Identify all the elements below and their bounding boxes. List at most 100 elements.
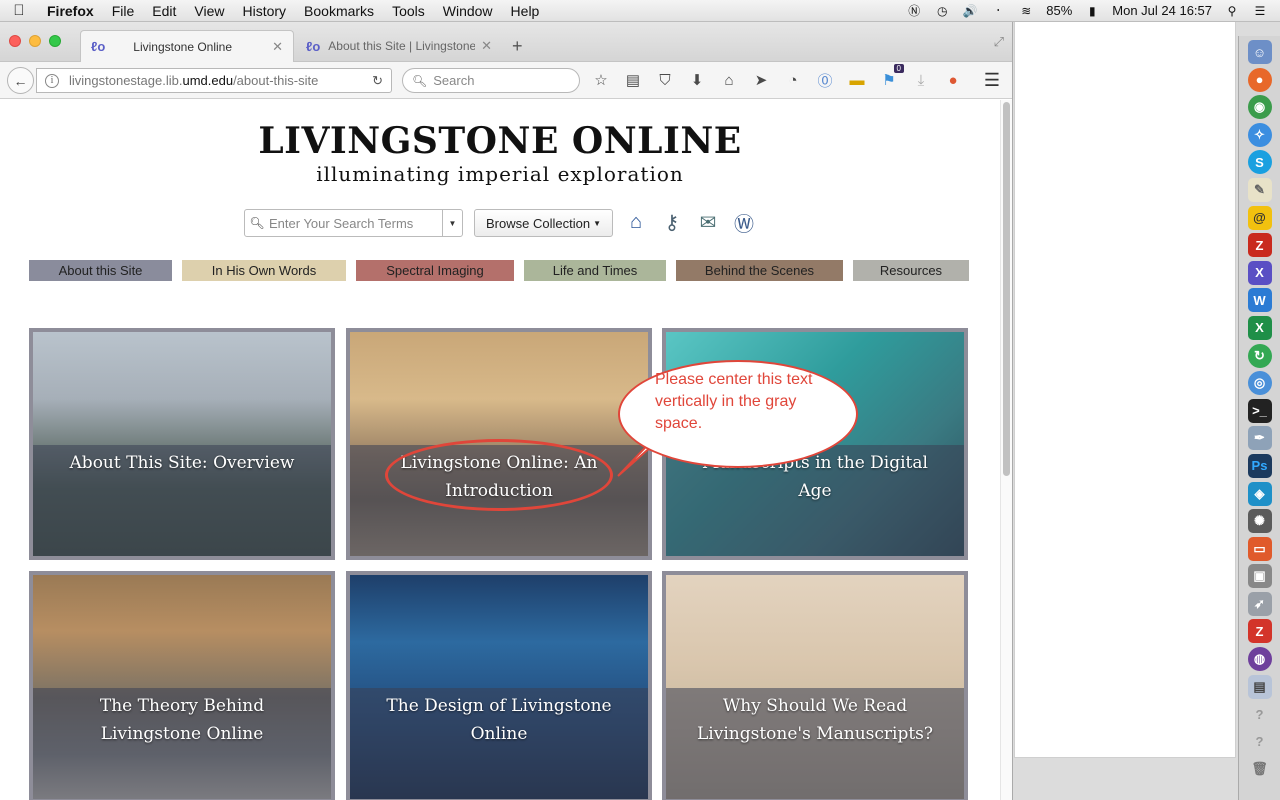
home-icon[interactable]: ⌂ xyxy=(624,210,648,234)
gimp-icon[interactable]: ✺ xyxy=(1247,509,1272,534)
nav-resources[interactable]: Resources xyxy=(853,260,969,281)
url-bar[interactable]: i livingstonestage.lib. umd.edu/about-thi… xyxy=(36,68,392,93)
sync-icon[interactable]: ↻ xyxy=(1247,343,1272,368)
menu-app-firefox[interactable]: Firefox xyxy=(38,3,103,19)
site-title[interactable]: LIVINGSTONE ONLINE xyxy=(0,120,1000,162)
tab-title: About this Site | Livingstone xyxy=(328,39,476,53)
menu-view[interactable]: View xyxy=(185,3,233,19)
battery-percent: 85% xyxy=(1046,3,1073,18)
page-viewport: LIVINGSTONE ONLINE illuminating imperial… xyxy=(0,100,1000,800)
unknown-app-icon-2[interactable]: ? xyxy=(1248,730,1272,754)
menu-edit[interactable]: Edit xyxy=(143,3,185,19)
reload-icon[interactable]: ↻ xyxy=(372,73,383,89)
history-icon[interactable]: ◔ xyxy=(782,70,804,90)
zoom-window-button[interactable] xyxy=(49,35,61,47)
tile-caption: The Theory Behind Livingstone Online xyxy=(99,696,265,744)
stickies-icon[interactable]: @ xyxy=(1247,205,1272,230)
caret-down-icon: ▼ xyxy=(593,218,601,228)
back-button[interactable]: ← xyxy=(7,67,34,94)
url-host: umd.edu xyxy=(182,73,234,88)
tile-overview[interactable]: About This Site: Overview xyxy=(29,328,335,560)
notes-icon[interactable]: ✎ xyxy=(1247,177,1272,202)
menu-help[interactable]: Help xyxy=(502,3,549,19)
tile-design[interactable]: The Design of Livingstone Online xyxy=(346,571,652,800)
nav-in-his-own-words[interactable]: In His Own Words xyxy=(182,260,346,281)
key-icon[interactable]: ⚷ xyxy=(660,210,684,234)
tile-theory[interactable]: The Theory Behind Livingstone Online xyxy=(29,571,335,800)
nav-about-this-site[interactable]: About this Site xyxy=(29,260,172,281)
system-tool-icon[interactable]: ✒ xyxy=(1247,426,1272,451)
close-tab-icon[interactable]: ✕ xyxy=(481,38,492,54)
menu-window[interactable]: Window xyxy=(434,3,502,19)
send-icon[interactable]: ➤ xyxy=(750,70,772,90)
time-machine-icon[interactable]: ◷ xyxy=(934,4,950,18)
download-arrow-icon[interactable]: ⤓ xyxy=(910,70,932,90)
volume-icon[interactable]: 🔊 xyxy=(962,4,978,18)
browser-search-input[interactable]: 🔍︎ Search xyxy=(402,68,580,93)
apple-menu-icon[interactable]:  xyxy=(0,2,38,19)
extension-circle-icon[interactable]: ⓪ xyxy=(814,70,836,90)
clock[interactable]: Mon Jul 24 16:57 xyxy=(1112,3,1212,18)
browse-collection-button[interactable]: Browse Collection ▼ xyxy=(474,209,613,237)
github-icon[interactable]: ◍ xyxy=(1247,647,1272,672)
pocket-icon[interactable]: ⛉ xyxy=(654,70,676,90)
wifi-icon[interactable]: ≋ xyxy=(1018,4,1034,18)
menu-bookmarks[interactable]: Bookmarks xyxy=(295,3,383,19)
trash-icon[interactable]: 🗑 xyxy=(1248,757,1272,781)
wordpress-icon[interactable]: Ⓦ xyxy=(732,210,756,236)
search-dropdown-icon[interactable]: ▼ xyxy=(442,210,462,236)
skype-status-icon[interactable]: Ⓝ xyxy=(906,4,922,18)
chrome-icon[interactable]: ◉ xyxy=(1247,95,1272,120)
finder-icon[interactable]: ☺ xyxy=(1247,40,1272,64)
zotero-icon[interactable]: Z xyxy=(1247,619,1272,644)
notification-center-icon[interactable]: ☰ xyxy=(1252,4,1268,18)
home-icon[interactable]: ⌂ xyxy=(718,70,740,90)
menu-file[interactable]: File xyxy=(103,3,144,19)
vmware-icon[interactable]: ▣ xyxy=(1247,564,1272,589)
search-icon: 🔍︎ xyxy=(249,216,265,230)
battery-icon[interactable]: ▮ xyxy=(1084,4,1100,18)
nav-behind-the-scenes[interactable]: Behind the Scenes xyxy=(676,260,843,281)
firefox-icon[interactable]: ● xyxy=(1247,67,1272,92)
network-icon[interactable]: ◎ xyxy=(1247,371,1272,396)
terminal-icon[interactable]: >_ xyxy=(1247,398,1272,423)
menu-hamburger-icon[interactable]: ☰ xyxy=(984,70,1000,91)
skype-icon[interactable]: S xyxy=(1247,150,1272,175)
photoshop-icon[interactable]: Ps xyxy=(1247,453,1272,478)
nav-spectral-imaging[interactable]: Spectral Imaging xyxy=(356,260,514,281)
menu-tools[interactable]: Tools xyxy=(383,3,434,19)
nav-life-and-times[interactable]: Life and Times xyxy=(524,260,666,281)
bluetooth-icon[interactable]: ᛫ xyxy=(990,4,1006,18)
site-search-input[interactable]: 🔍︎ Enter Your Search Terms ▼ xyxy=(244,209,463,237)
reading-list-icon[interactable]: ▤ xyxy=(622,70,644,90)
screenshot-icon[interactable]: ▬ xyxy=(846,70,868,90)
extension-badge-icon[interactable]: ⚑ 0 xyxy=(878,64,904,90)
unknown-app-icon[interactable]: ? xyxy=(1248,702,1272,726)
site-info-icon[interactable]: i xyxy=(45,73,59,88)
safari-icon[interactable]: ✧ xyxy=(1247,122,1272,147)
preview-icon[interactable]: ▤ xyxy=(1247,674,1272,699)
word-icon[interactable]: W xyxy=(1247,288,1272,313)
downloads-icon[interactable]: ⬇ xyxy=(686,70,708,90)
close-window-button[interactable] xyxy=(9,35,21,47)
tab-livingstone-online[interactable]: ℓo Livingstone Online ✕ xyxy=(80,30,294,62)
xquartz-icon[interactable]: X xyxy=(1247,260,1272,285)
spotlight-search-icon[interactable]: ⚲ xyxy=(1224,4,1240,18)
minimize-window-button[interactable] xyxy=(29,35,41,47)
fullscreen-icon[interactable]: ⤢ xyxy=(994,34,1004,50)
bookmark-star-icon[interactable]: ☆ xyxy=(590,70,612,90)
new-tab-button[interactable]: + xyxy=(512,36,523,57)
screen-sharing-icon[interactable]: ▭ xyxy=(1247,536,1272,561)
rocket-icon[interactable]: ➶ xyxy=(1247,591,1272,616)
tab-about-this-site[interactable]: ℓo About this Site | Livingstone ✕ xyxy=(296,30,502,62)
visual-icon[interactable]: ◈ xyxy=(1247,481,1272,506)
scrollbar-thumb[interactable] xyxy=(1003,102,1010,476)
tile-why-read[interactable]: Why Should We Read Livingstone's Manuscr… xyxy=(662,571,968,800)
page-scrollbar[interactable] xyxy=(1000,100,1012,800)
duckduckgo-icon[interactable]: ● xyxy=(942,70,964,90)
filezilla-icon[interactable]: Z xyxy=(1247,233,1272,258)
envelope-icon[interactable]: ✉ xyxy=(696,210,720,234)
menu-history[interactable]: History xyxy=(233,3,295,19)
excel-icon[interactable]: X xyxy=(1247,315,1272,340)
close-tab-icon[interactable]: ✕ xyxy=(272,39,283,55)
